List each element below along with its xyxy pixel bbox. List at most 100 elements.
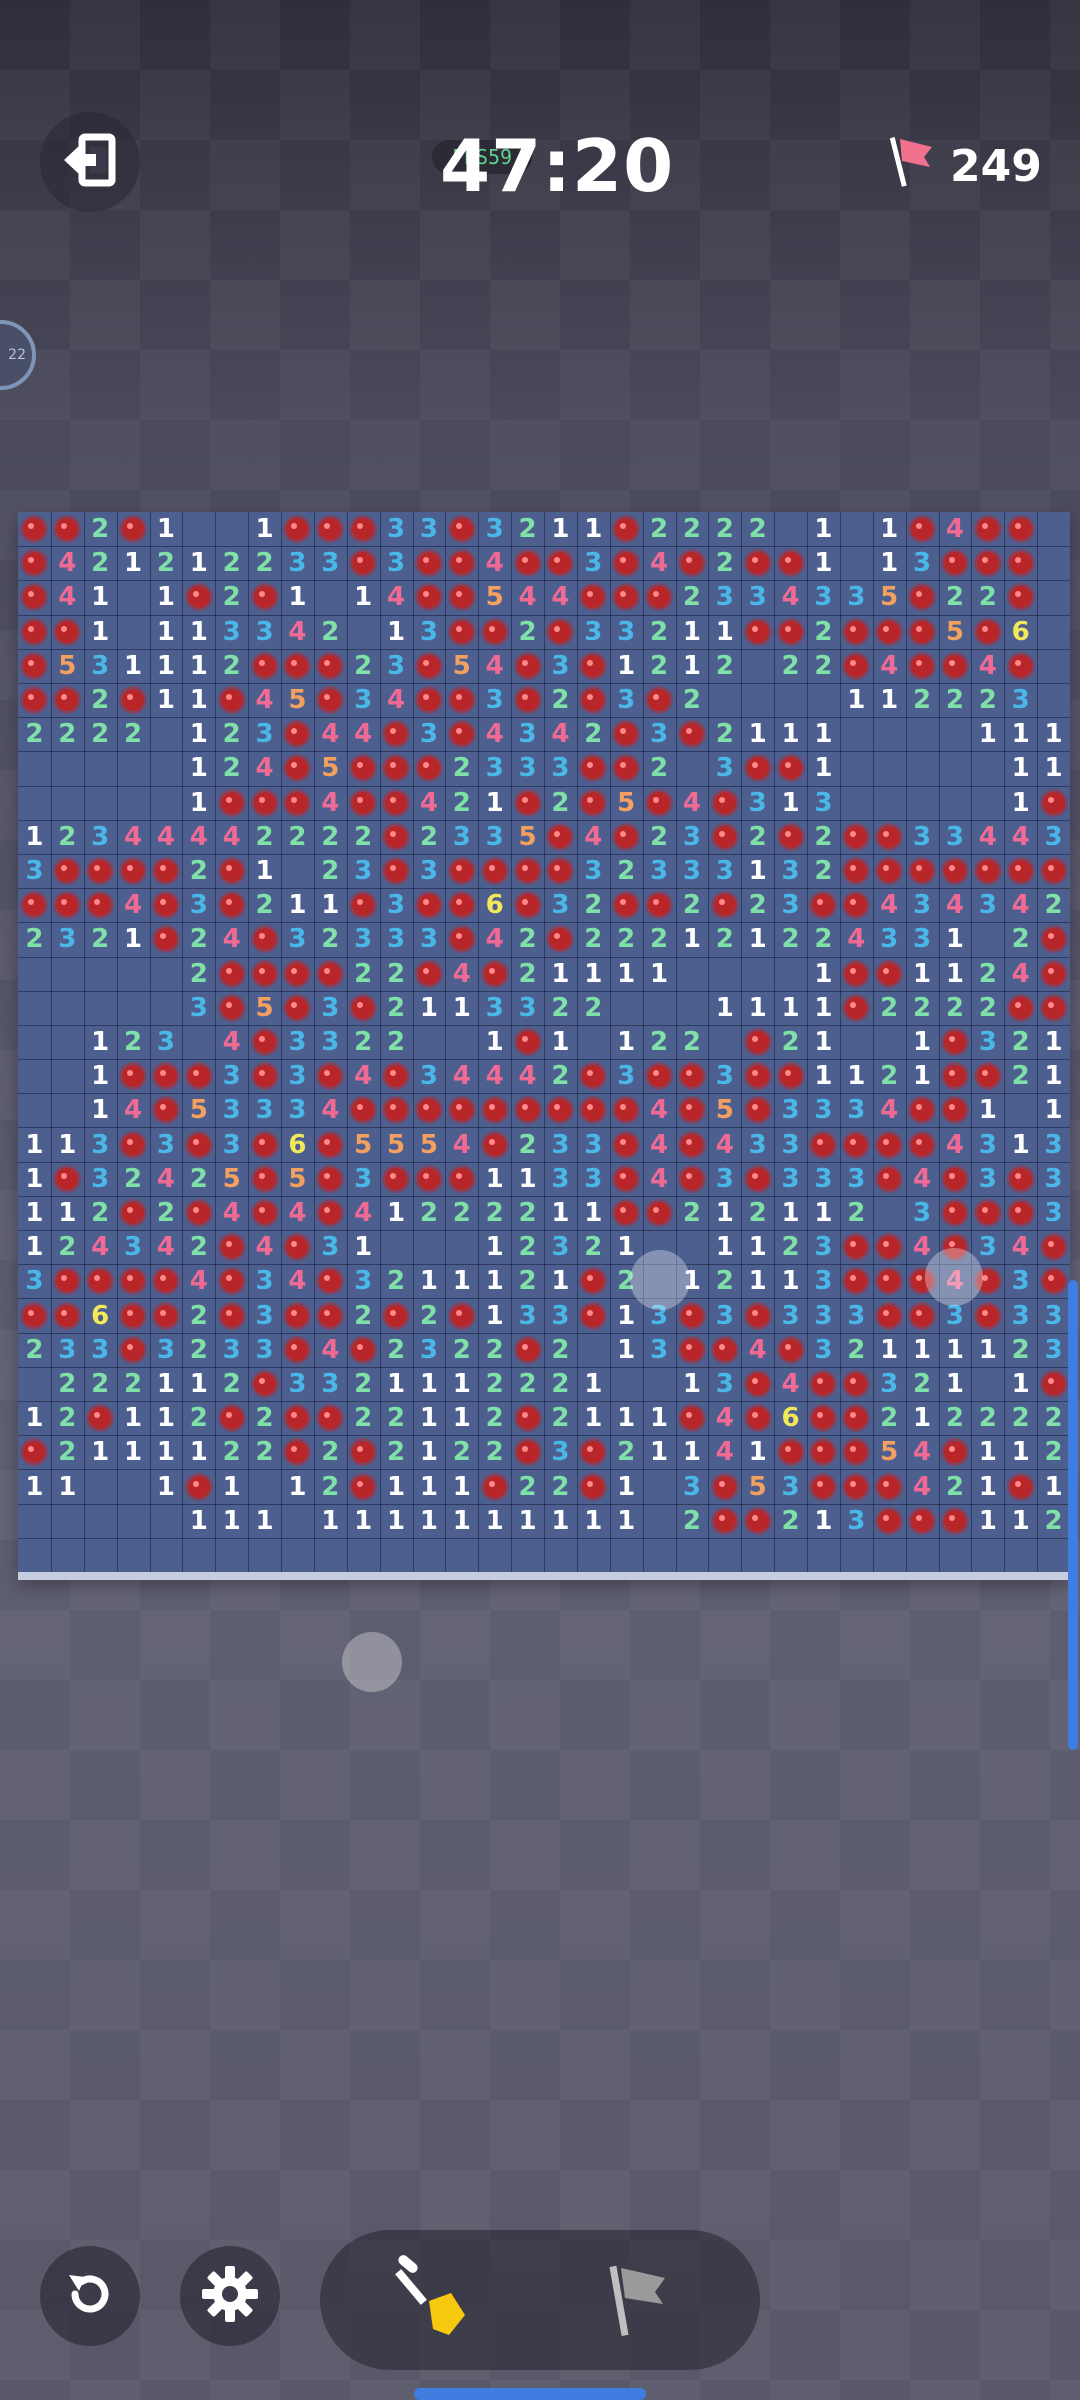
empty-cell[interactable]: [18, 751, 51, 785]
empty-cell[interactable]: [478, 1538, 511, 1572]
mine-cell[interactable]: [544, 1093, 577, 1127]
number-cell[interactable]: 1: [413, 1367, 446, 1401]
mine-cell[interactable]: [248, 957, 281, 991]
number-cell[interactable]: 2: [676, 512, 709, 546]
mine-cell[interactable]: [248, 1196, 281, 1230]
mine-cell[interactable]: [478, 615, 511, 649]
number-cell[interactable]: 3: [413, 854, 446, 888]
number-cell[interactable]: 2: [182, 854, 215, 888]
number-cell[interactable]: 1: [676, 1367, 709, 1401]
number-cell[interactable]: 2: [807, 854, 840, 888]
number-cell[interactable]: 3: [708, 1162, 741, 1196]
mine-cell[interactable]: [215, 786, 248, 820]
mine-cell[interactable]: [577, 751, 610, 785]
number-cell[interactable]: 3: [182, 991, 215, 1025]
number-cell[interactable]: 3: [380, 512, 413, 546]
number-cell[interactable]: 5: [873, 580, 906, 614]
mine-cell[interactable]: [117, 1059, 150, 1093]
number-cell[interactable]: 1: [1004, 1435, 1037, 1469]
number-cell[interactable]: 2: [741, 1196, 774, 1230]
mine-cell[interactable]: [1004, 512, 1037, 546]
empty-cell[interactable]: [380, 1538, 413, 1572]
number-cell[interactable]: 4: [873, 1093, 906, 1127]
mine-cell[interactable]: [577, 649, 610, 683]
empty-cell[interactable]: [1037, 683, 1070, 717]
number-cell[interactable]: 3: [314, 991, 347, 1025]
mine-cell[interactable]: [939, 546, 972, 580]
mine-cell[interactable]: [182, 1059, 215, 1093]
empty-cell[interactable]: [1037, 649, 1070, 683]
number-cell[interactable]: 6: [1004, 615, 1037, 649]
number-cell[interactable]: 1: [478, 1025, 511, 1059]
number-cell[interactable]: 2: [577, 717, 610, 751]
mine-cell[interactable]: [741, 1025, 774, 1059]
empty-cell[interactable]: [708, 957, 741, 991]
number-cell[interactable]: 1: [18, 820, 51, 854]
number-cell[interactable]: 3: [314, 1367, 347, 1401]
number-cell[interactable]: 4: [906, 1162, 939, 1196]
empty-cell[interactable]: [18, 1093, 51, 1127]
number-cell[interactable]: 2: [544, 991, 577, 1025]
number-cell[interactable]: 5: [347, 1127, 380, 1161]
empty-cell[interactable]: [774, 512, 807, 546]
mine-cell[interactable]: [215, 1230, 248, 1264]
mine-cell[interactable]: [741, 546, 774, 580]
number-cell[interactable]: 2: [971, 1401, 1004, 1435]
mine-cell[interactable]: [1037, 1367, 1070, 1401]
number-cell[interactable]: 2: [215, 751, 248, 785]
number-cell[interactable]: 3: [840, 1298, 873, 1332]
mine-cell[interactable]: [445, 888, 478, 922]
mine-cell[interactable]: [150, 854, 183, 888]
number-cell[interactable]: 2: [281, 820, 314, 854]
number-cell[interactable]: 3: [1037, 1162, 1070, 1196]
mine-cell[interactable]: [511, 786, 544, 820]
number-cell[interactable]: 2: [708, 717, 741, 751]
mine-cell[interactable]: [511, 1435, 544, 1469]
mine-cell[interactable]: [150, 1264, 183, 1298]
mine-cell[interactable]: [182, 1196, 215, 1230]
mine-cell[interactable]: [873, 1162, 906, 1196]
number-cell[interactable]: 4: [314, 786, 347, 820]
number-cell[interactable]: 4: [182, 820, 215, 854]
number-cell[interactable]: 4: [380, 580, 413, 614]
number-cell[interactable]: 1: [971, 1469, 1004, 1503]
number-cell[interactable]: 3: [248, 615, 281, 649]
mine-cell[interactable]: [51, 615, 84, 649]
number-cell[interactable]: 1: [1004, 1367, 1037, 1401]
number-cell[interactable]: 1: [84, 1435, 117, 1469]
number-cell[interactable]: 3: [380, 888, 413, 922]
mine-cell[interactable]: [840, 1367, 873, 1401]
number-cell[interactable]: 2: [84, 512, 117, 546]
number-cell[interactable]: 1: [347, 1504, 380, 1538]
empty-cell[interactable]: [741, 683, 774, 717]
mine-cell[interactable]: [380, 786, 413, 820]
mine-cell[interactable]: [643, 888, 676, 922]
number-cell[interactable]: 2: [873, 991, 906, 1025]
mine-cell[interactable]: [741, 1298, 774, 1332]
mine-cell[interactable]: [215, 888, 248, 922]
number-cell[interactable]: 1: [182, 717, 215, 751]
mine-cell[interactable]: [347, 1093, 380, 1127]
number-cell[interactable]: 3: [84, 1127, 117, 1161]
number-cell[interactable]: 1: [478, 1264, 511, 1298]
mine-cell[interactable]: [314, 957, 347, 991]
number-cell[interactable]: 3: [1037, 1196, 1070, 1230]
number-cell[interactable]: 4: [544, 580, 577, 614]
mine-cell[interactable]: [741, 1504, 774, 1538]
number-cell[interactable]: 3: [577, 854, 610, 888]
mine-cell[interactable]: [215, 1264, 248, 1298]
number-cell[interactable]: 2: [544, 1367, 577, 1401]
number-cell[interactable]: 1: [708, 615, 741, 649]
number-cell[interactable]: 2: [248, 1401, 281, 1435]
number-cell[interactable]: 2: [347, 649, 380, 683]
number-cell[interactable]: 4: [84, 1230, 117, 1264]
empty-cell[interactable]: [643, 1367, 676, 1401]
empty-cell[interactable]: [413, 1025, 446, 1059]
mine-cell[interactable]: [873, 957, 906, 991]
number-cell[interactable]: 3: [544, 751, 577, 785]
empty-cell[interactable]: [873, 717, 906, 751]
empty-cell[interactable]: [380, 1230, 413, 1264]
number-cell[interactable]: 1: [643, 1401, 676, 1435]
number-cell[interactable]: 4: [873, 649, 906, 683]
restart-button[interactable]: [40, 2246, 140, 2346]
